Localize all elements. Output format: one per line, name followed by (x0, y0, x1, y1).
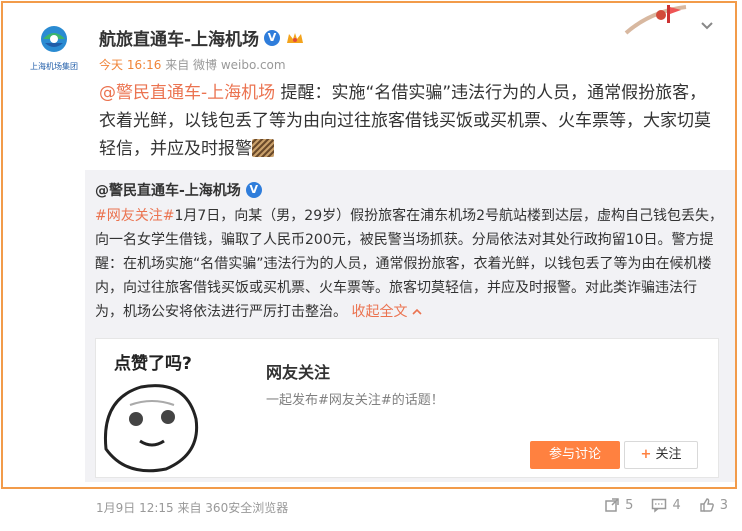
card-title[interactable]: 网友关注 (266, 359, 330, 383)
author-name-text[interactable]: 航旅直通车-上海机场 (99, 25, 259, 50)
festive-decoration-icon (624, 5, 687, 35)
follow-button[interactable]: + 关注 (624, 441, 698, 469)
repost-author-text[interactable]: @警民直通车-上海机场 (95, 180, 241, 200)
post-text: @警民直通车-上海机场 提醒：实施“名借实骗”违法行为的人员，通常假扮旅客，衣着… (99, 79, 719, 163)
topic-card: 点赞了吗? 网友关注 一起发布#网友关注#的话题！ 参与讨论 + 关注 (95, 338, 719, 478)
join-discussion-button[interactable]: 参与讨论 (530, 441, 620, 469)
plus-icon: + (640, 447, 652, 462)
chevron-down-icon[interactable] (699, 17, 717, 35)
chevron-up-icon (412, 308, 422, 315)
footer-meta: 1月9日 12:15 来自 360安全浏览器 (96, 501, 289, 515)
meme-caption: 点赞了吗? (114, 353, 192, 374)
post-time[interactable]: 今天 16:16 (99, 58, 161, 72)
emoji-icon (252, 139, 274, 157)
like-count: 3 (719, 497, 728, 513)
vip-crown-icon (287, 32, 304, 43)
collapse-link[interactable]: 收起全文 (351, 304, 422, 320)
follow-label[interactable]: 关注 (655, 447, 681, 462)
repost-block: @警民直通车-上海机场 V #网友关注#1月7日，向某（男，29岁）假扮旅客在浦… (85, 170, 735, 482)
post-meta: 今天 16:16 来自 微博 weibo.com (99, 56, 286, 73)
comment-count: 4 (672, 497, 681, 513)
topic-tag-link[interactable]: #网友关注# (95, 208, 174, 224)
logo-text: 上海机场集团 (30, 62, 78, 71)
repost-text: #网友关注#1月7日，向某（男，29岁）假扮旅客在浦东机场2号航站楼到达层，虚构… (95, 204, 723, 324)
thumbs-up-icon (700, 498, 714, 512)
meme-image: 点赞了吗? (96, 339, 246, 477)
avatar[interactable]: 上海机场集团 (23, 21, 85, 77)
comment-icon (652, 498, 667, 513)
collapse-label[interactable]: 收起全文 (351, 304, 407, 320)
comment-button[interactable]: 4 (651, 497, 681, 513)
repost-count: 5 (625, 497, 634, 513)
action-bar: 5 4 3 (586, 497, 728, 513)
verified-icon: V (264, 29, 281, 46)
like-button[interactable]: 3 (699, 497, 728, 513)
repost-icon (605, 498, 619, 512)
author-name[interactable]: 航旅直通车-上海机场 V (99, 25, 304, 50)
repost-button[interactable]: 5 (604, 497, 633, 513)
mention-link[interactable]: @警民直通车-上海机场 (99, 83, 275, 103)
repost-author[interactable]: @警民直通车-上海机场 V (95, 180, 262, 200)
verified-icon: V (245, 182, 262, 198)
card-description: 一起发布#网友关注#的话题！ (266, 393, 444, 408)
post-source[interactable]: 来自 微博 weibo.com (165, 58, 285, 72)
